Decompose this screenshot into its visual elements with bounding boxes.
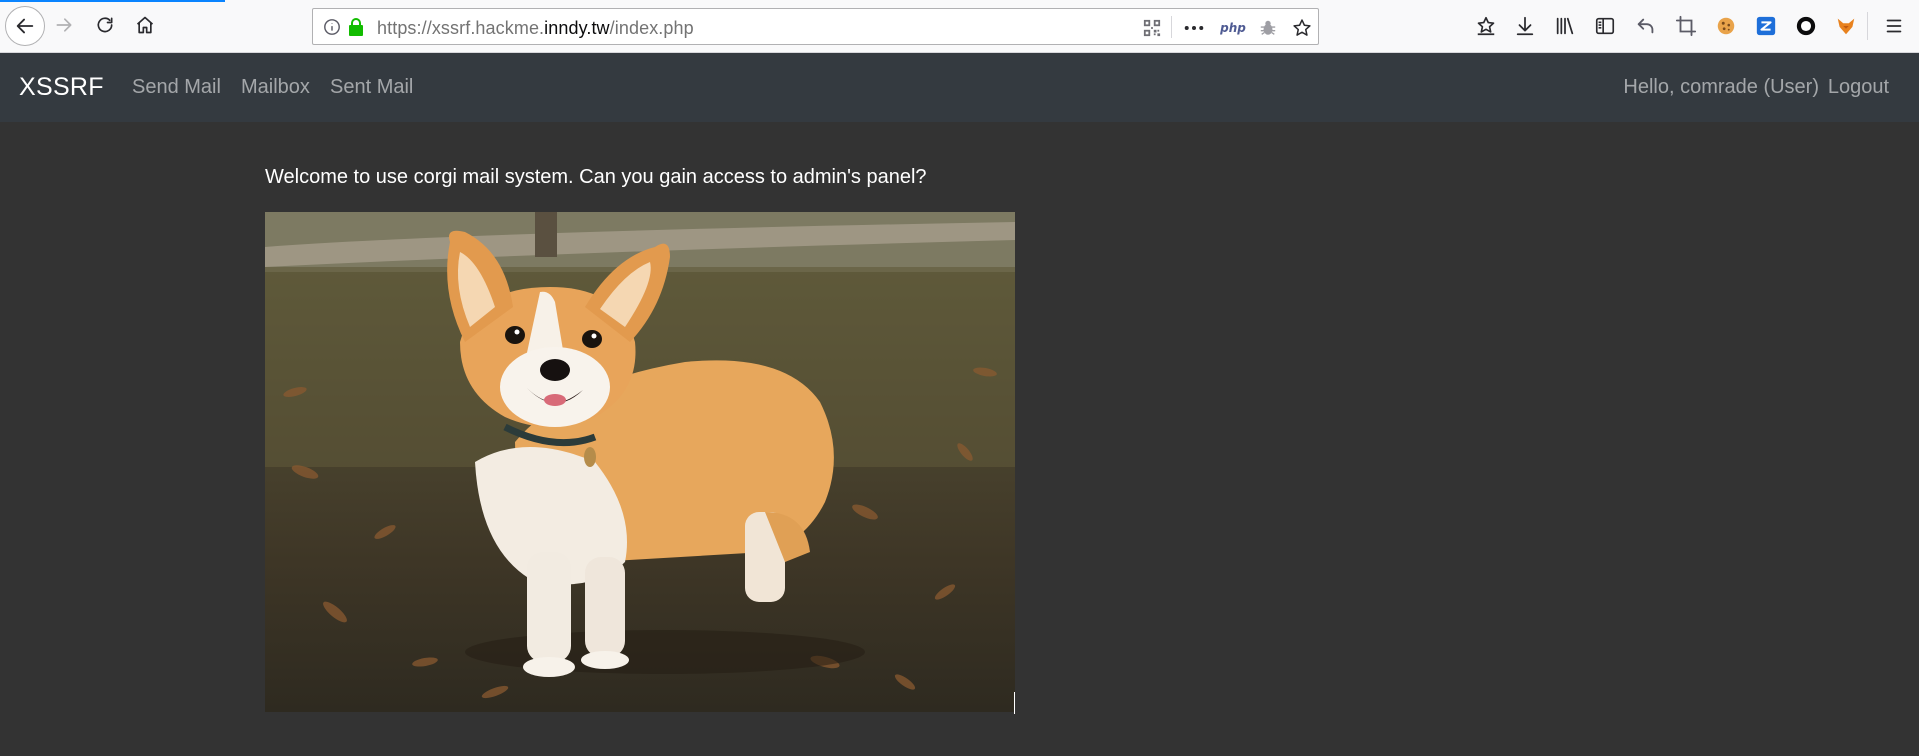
browser-toolbar: https://xssrf.hackme.inndy.tw/index.php … xyxy=(0,0,1919,53)
sidebar-icon[interactable] xyxy=(1591,12,1619,40)
crop-icon[interactable] xyxy=(1672,12,1700,40)
text-caret xyxy=(1014,692,1015,714)
url-path: /index.php xyxy=(609,18,694,38)
download-icon[interactable] xyxy=(1511,12,1539,40)
nav-sent-mail[interactable]: Sent Mail xyxy=(330,76,413,99)
active-tab-indicator xyxy=(0,0,225,2)
forward-arrow-icon xyxy=(56,18,72,32)
brand-logo-link[interactable]: XSSRF xyxy=(19,73,104,102)
star-icon[interactable] xyxy=(1291,17,1313,39)
app-navbar: XSSRF Send Mail Mailbox Sent Mail Hello,… xyxy=(0,53,1919,122)
zoom-extension-icon[interactable] xyxy=(1752,12,1780,40)
reload-button[interactable] xyxy=(89,9,121,41)
undo-icon[interactable] xyxy=(1632,12,1660,40)
toolbar-separator xyxy=(1867,12,1868,40)
circle-extension-icon[interactable] xyxy=(1792,12,1820,40)
url-bar-separator xyxy=(1171,16,1172,38)
cookie-icon[interactable] xyxy=(1712,12,1740,40)
library-icon[interactable] xyxy=(1551,12,1579,40)
nav-mailbox[interactable]: Mailbox xyxy=(241,76,310,99)
logout-link[interactable]: Logout xyxy=(1828,76,1889,99)
back-button[interactable] xyxy=(5,6,45,46)
home-icon xyxy=(136,16,154,34)
qr-code-icon[interactable] xyxy=(1141,17,1163,39)
reading-list-icon[interactable] xyxy=(1472,12,1500,40)
more-dots-icon[interactable] xyxy=(1183,17,1205,39)
forward-button[interactable] xyxy=(48,9,80,41)
fox-extension-icon[interactable] xyxy=(1832,12,1860,40)
info-icon[interactable] xyxy=(323,18,341,36)
menu-icon[interactable] xyxy=(1880,12,1908,40)
welcome-message: Welcome to use corgi mail system. Can yo… xyxy=(265,166,927,188)
url-subdomain: xssrf.hackme. xyxy=(431,18,545,38)
php-extension-icon[interactable]: php xyxy=(1219,17,1247,39)
url-text[interactable]: https://xssrf.hackme.inndy.tw/index.php xyxy=(377,18,694,39)
url-host: inndy.tw xyxy=(544,18,610,38)
lock-icon[interactable] xyxy=(347,17,365,37)
nav-send-mail[interactable]: Send Mail xyxy=(132,76,221,99)
php-badge-label: php xyxy=(1220,21,1246,35)
reload-icon xyxy=(97,17,113,33)
home-button[interactable] xyxy=(129,9,161,41)
back-arrow-icon xyxy=(16,18,34,34)
corgi-photo xyxy=(265,212,1015,712)
url-bar[interactable]: https://xssrf.hackme.inndy.tw/index.php … xyxy=(312,8,1319,45)
user-greeting: Hello, comrade (User) xyxy=(1623,76,1819,98)
url-scheme: https:// xyxy=(377,18,432,38)
bug-icon[interactable] xyxy=(1257,17,1279,39)
